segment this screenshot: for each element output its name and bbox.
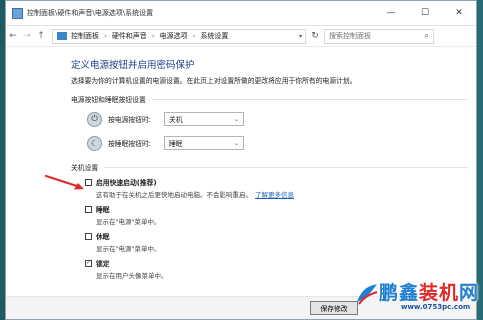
sleep-button-row: ☾ 按睡眠按钮时: 睡眠 ⌄ bbox=[87, 134, 468, 152]
lock-checkbox[interactable]: ✓ bbox=[85, 259, 92, 267]
search-icon[interactable]: ⌕ bbox=[425, 31, 429, 41]
fast-startup-row[interactable]: 启用快速启动(推荐) bbox=[85, 177, 468, 187]
maximize-button[interactable]: ☐ bbox=[408, 1, 442, 25]
chevron-down-icon: ⌄ bbox=[233, 115, 239, 123]
address-bar[interactable]: 控制面板 › 硬件和声音 › 电源选项 › 系统设置 ▾ bbox=[52, 28, 306, 44]
up-arrow-icon[interactable]: ↑ bbox=[34, 31, 48, 41]
site-watermark: 鹏鑫装机网 www.0753pc.com bbox=[351, 274, 479, 318]
breadcrumb-hardware-sound[interactable]: 硬件和声音 bbox=[112, 31, 147, 41]
breadcrumb-separator-icon: › bbox=[104, 32, 107, 40]
hibernate-option-row[interactable]: 休眠 bbox=[85, 231, 468, 241]
lock-option-label[interactable]: 锁定 bbox=[96, 258, 110, 268]
watermark-logo-icon bbox=[357, 284, 378, 305]
page-description: 选择要为你的计算机设置的电源设置。在此页上对设置所做的更改将应用于你所有的电源计… bbox=[71, 77, 357, 85]
chevron-down-icon: ⌄ bbox=[233, 139, 239, 147]
watermark-url: www.0753pc.com bbox=[401, 303, 471, 311]
breadcrumb-separator-icon: › bbox=[192, 32, 196, 40]
search-box[interactable]: ⌕ bbox=[324, 28, 434, 44]
sleep-option-row[interactable]: 睡眠 bbox=[85, 204, 468, 214]
breadcrumb-control-panel[interactable]: 控制面板 bbox=[71, 31, 99, 41]
sleep-button-value: 睡眠 bbox=[169, 140, 183, 148]
power-section-header: 电源按钮和睡眠按钮设置 bbox=[71, 94, 468, 104]
power-button-label: 按电源按钮时: bbox=[108, 116, 152, 124]
fast-startup-label[interactable]: 启用快速启动(推荐) bbox=[96, 177, 157, 187]
power-button-select[interactable]: 关机 ⌄ bbox=[164, 112, 244, 126]
sleep-option-description: 显示在"电源"菜单中。 bbox=[96, 218, 161, 226]
lock-option-row[interactable]: ✓ 锁定 bbox=[85, 258, 468, 268]
control-panel-small-icon bbox=[57, 32, 67, 40]
hibernate-option-label[interactable]: 休眠 bbox=[96, 231, 110, 241]
shutdown-section-header: 关机设置 bbox=[71, 162, 468, 172]
shutdown-section-title: 关机设置 bbox=[71, 164, 99, 172]
sleep-icon: ☾ bbox=[87, 135, 102, 151]
watermark-brand-part2: 装机 bbox=[419, 282, 460, 304]
search-input[interactable] bbox=[329, 32, 409, 40]
learn-more-link[interactable]: 了解更多信息 bbox=[255, 191, 294, 199]
hibernate-option-description: 显示在"电源"菜单中。 bbox=[96, 245, 161, 253]
control-panel-window: 控制面板\硬件和声音\电源选项\系统设置 — ☐ ✕ ← → ↑ 控制面板 › … bbox=[5, 0, 477, 320]
sleep-button-label: 按睡眠按钮时: bbox=[108, 140, 152, 148]
divider bbox=[104, 166, 468, 168]
chevron-down-icon[interactable]: ▾ bbox=[299, 33, 302, 40]
close-button[interactable]: ✕ bbox=[442, 1, 476, 25]
sleep-option-label[interactable]: 睡眠 bbox=[96, 204, 110, 214]
sleep-checkbox[interactable] bbox=[85, 205, 92, 213]
forward-arrow-icon[interactable]: → bbox=[20, 31, 34, 41]
minimize-button[interactable]: — bbox=[374, 1, 408, 25]
back-arrow-icon[interactable]: ← bbox=[6, 31, 20, 41]
power-icon: ⏻ bbox=[87, 111, 102, 127]
divider bbox=[151, 98, 468, 100]
breadcrumb-power-options[interactable]: 电源选项 bbox=[160, 31, 188, 41]
breadcrumb-separator-icon: › bbox=[151, 32, 155, 40]
breadcrumb-system-settings[interactable]: 系统设置 bbox=[200, 31, 228, 41]
power-section-title: 电源按钮和睡眠按钮设置 bbox=[71, 96, 146, 104]
main-content: 定义电源按钮并启用密码保护 选择要为你的计算机设置的电源设置。在此页上对设置所做… bbox=[71, 57, 468, 280]
window-title: 控制面板\硬件和声音\电源选项\系统设置 bbox=[27, 9, 154, 17]
power-button-value: 关机 bbox=[169, 116, 183, 124]
power-button-row: ⏻ 按电源按钮时: 关机 ⌄ bbox=[87, 110, 468, 128]
watermark-brand: 鹏鑫装机网 bbox=[379, 278, 479, 305]
watermark-brand-part3: 网 bbox=[459, 282, 480, 304]
control-panel-icon bbox=[12, 7, 23, 19]
sleep-button-select[interactable]: 睡眠 ⌄ bbox=[164, 136, 244, 150]
fast-startup-description: 这有助于在关机之后更快地启动电脑。不会影响重启。 了解更多信息 bbox=[96, 189, 468, 199]
navigation-bar: ← → ↑ 控制面板 › 硬件和声音 › 电源选项 › 系统设置 ▾ ↻ ⌕ bbox=[6, 26, 476, 47]
refresh-icon[interactable]: ↻ bbox=[306, 31, 324, 41]
fast-startup-desc-text: 这有助于在关机之后更快地启动电脑。不会影响重启。 bbox=[96, 191, 252, 199]
hibernate-checkbox[interactable] bbox=[85, 232, 92, 240]
page-title: 定义电源按钮并启用密码保护 bbox=[71, 60, 195, 71]
watermark-brand-part1: 鹏鑫 bbox=[379, 282, 420, 304]
red-arrow-annotation bbox=[44, 174, 84, 190]
title-bar: 控制面板\硬件和声音\电源选项\系统设置 — ☐ ✕ bbox=[6, 1, 476, 26]
